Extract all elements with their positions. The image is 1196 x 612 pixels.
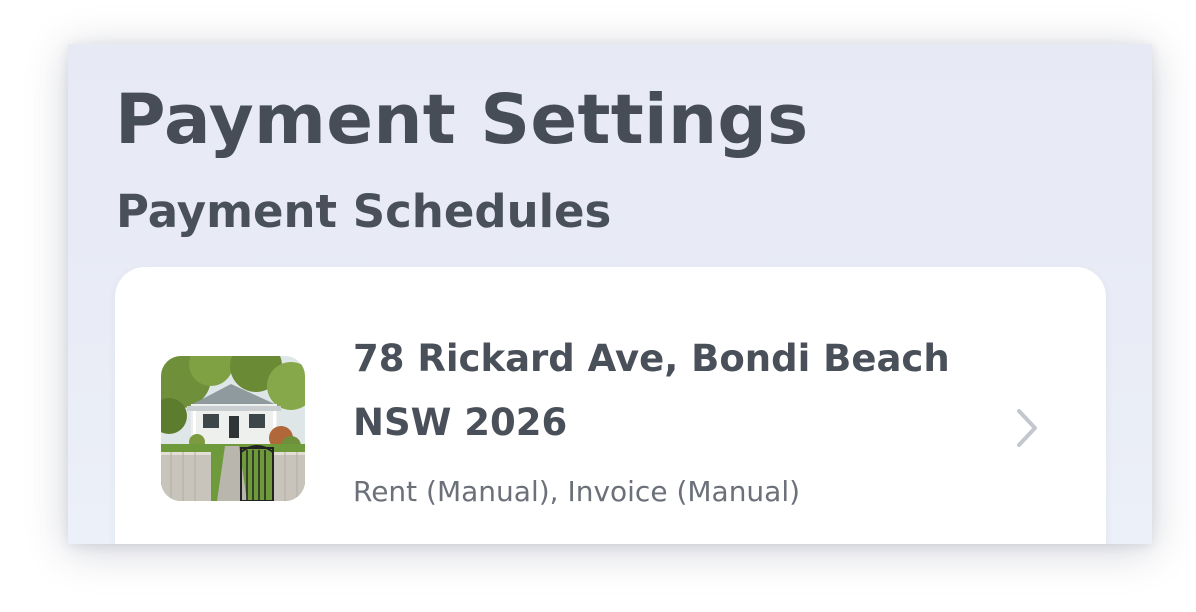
app-screen: Payment Settings Payment Schedules 78 Ri… [68, 44, 1152, 544]
property-address: 78 Rickard Ave, Bondi Beach NSW 2026 [353, 327, 973, 455]
schedule-types: Rent (Manual), Invoice (Manual) [353, 475, 801, 508]
property-thumbnail [161, 356, 305, 501]
address-line-2: NSW 2026 [353, 401, 568, 444]
property-payment-card[interactable]: 78 Rickard Ave, Bondi Beach NSW 2026 Ren… [115, 267, 1106, 544]
page-title: Payment Settings [115, 80, 809, 160]
chevron-right-icon[interactable] [1011, 405, 1041, 451]
section-title: Payment Schedules [116, 185, 612, 238]
address-line-1: 78 Rickard Ave, Bondi Beach [353, 337, 950, 380]
house-photo-image [161, 356, 305, 501]
